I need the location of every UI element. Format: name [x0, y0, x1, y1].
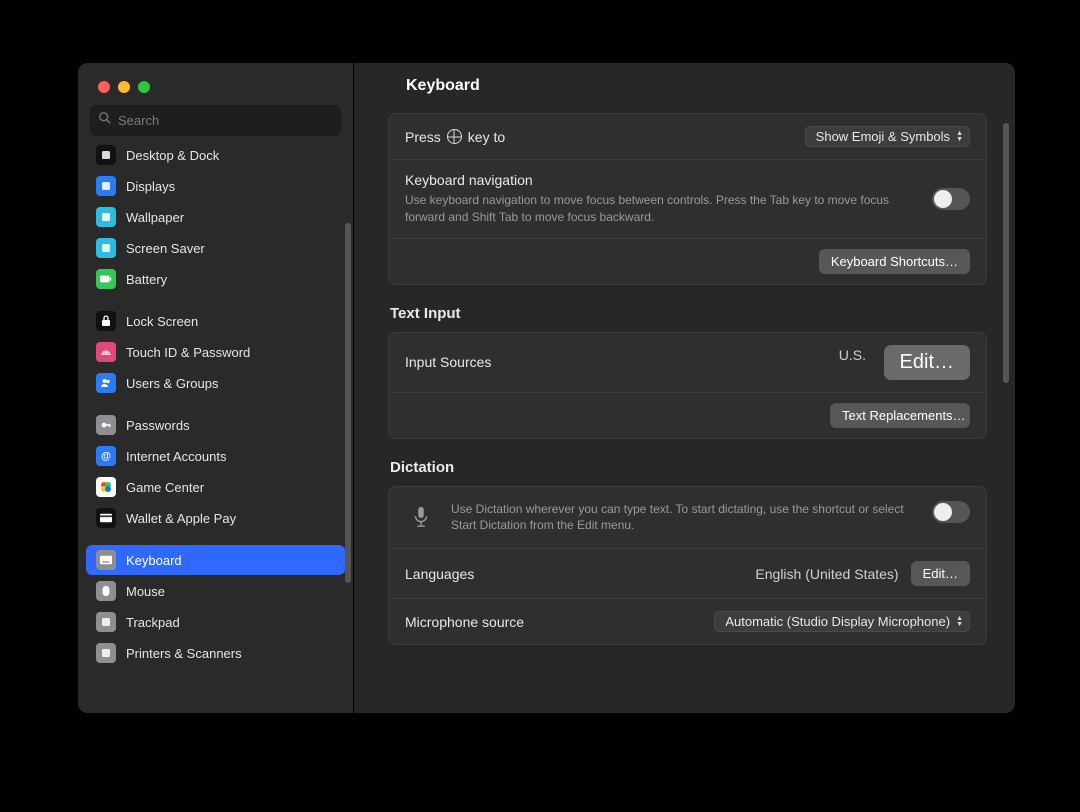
minimize-window-button[interactable] [118, 81, 130, 93]
microphone-source-label: Microphone source [405, 614, 524, 630]
sidebar-item-wallet-apple-pay[interactable]: Wallet & Apple Pay [86, 503, 345, 533]
microphone-source-row: Microphone source Automatic (Studio Disp… [389, 599, 986, 644]
sidebar-icon [96, 550, 116, 570]
sidebar-icon [96, 477, 116, 497]
input-sources-edit-button[interactable]: Edit… [884, 345, 970, 380]
settings-window: Desktop & Dock Displays Wallpaper Screen Sa… [78, 63, 1015, 713]
sidebar-item-label: Lock Screen [126, 314, 198, 329]
languages-value: English (United States) [755, 566, 898, 582]
chevron-up-down-icon: ▲▼ [956, 616, 963, 628]
sidebar-item-label: Users & Groups [126, 376, 218, 391]
sidebar-item-desktop-dock[interactable]: Desktop & Dock [86, 140, 345, 170]
sidebar-icon [96, 415, 116, 435]
languages-label: Languages [405, 566, 474, 582]
sidebar-item-passwords[interactable]: Passwords [86, 410, 345, 440]
press-key-value: Show Emoji & Symbols [816, 129, 950, 144]
microphone-icon [405, 501, 437, 533]
content-area: Press key to Show Emoji & Symbols ▲▼ Key… [354, 105, 1015, 713]
sidebar-icon [96, 145, 116, 165]
dictation-heading: Dictation [390, 459, 985, 476]
sidebar-item-lock-screen[interactable]: Lock Screen [86, 306, 345, 336]
keyboard-navigation-label: Keyboard navigation [405, 172, 916, 188]
chevron-up-down-icon: ▲▼ [956, 131, 963, 143]
svg-text:@: @ [101, 451, 111, 462]
sidebar-item-label: Game Center [126, 480, 204, 495]
globe-icon [447, 129, 462, 144]
sidebar-item-label: Mouse [126, 584, 165, 599]
sidebar-item-wallpaper[interactable]: Wallpaper [86, 202, 345, 232]
sidebar-item-screen-saver[interactable]: Screen Saver [86, 233, 345, 263]
sidebar-item-battery[interactable]: Battery [86, 264, 345, 294]
keyboard-navigation-row: Keyboard navigation Use keyboard navigat… [389, 160, 986, 239]
main-panel: Keyboard Press key to Show Emoji & Symbo… [354, 63, 1015, 713]
sidebar-item-displays[interactable]: Displays [86, 171, 345, 201]
sidebar-item-label: Desktop & Dock [126, 148, 219, 163]
text-input-heading: Text Input [390, 305, 985, 322]
dictation-toggle[interactable] [932, 501, 970, 523]
sidebar-item-label: Battery [126, 272, 167, 287]
press-key-row: Press key to Show Emoji & Symbols ▲▼ [389, 114, 986, 160]
sidebar-item-label: Printers & Scanners [126, 646, 242, 661]
press-key-label: Press key to [405, 129, 505, 145]
keyboard-shortcuts-button[interactable]: Keyboard Shortcuts… [819, 249, 970, 274]
sidebar-icon [96, 207, 116, 227]
sidebar-item-label: Displays [126, 179, 175, 194]
sidebar-icon [96, 581, 116, 601]
text-input-panel: Input Sources U.S. Edit… Text Replacemen… [388, 332, 987, 439]
dictation-toggle-row: Use Dictation wherever you can type text… [389, 487, 986, 550]
sidebar-item-game-center[interactable]: Game Center [86, 472, 345, 502]
sidebar-item-keyboard[interactable]: Keyboard [86, 545, 345, 575]
input-sources-value: U.S. [839, 347, 866, 363]
content-scrollbar[interactable] [1003, 123, 1009, 383]
titlebar: Keyboard [354, 63, 1015, 105]
input-sources-label: Input Sources [405, 354, 491, 370]
sidebar-icon [96, 342, 116, 362]
sidebar-icon [96, 612, 116, 632]
sidebar-item-label: Touch ID & Password [126, 345, 250, 360]
sidebar-item-mouse[interactable]: Mouse [86, 576, 345, 606]
close-window-button[interactable] [98, 81, 110, 93]
sidebar-icon [96, 508, 116, 528]
sidebar-item-label: Screen Saver [126, 241, 205, 256]
keyboard-navigation-desc: Use keyboard navigation to move focus be… [405, 192, 916, 226]
keyboard-navigation-toggle[interactable] [932, 188, 970, 210]
window-controls [78, 63, 353, 105]
sidebar-item-label: Passwords [126, 418, 190, 433]
keyboard-panel: Press key to Show Emoji & Symbols ▲▼ Key… [388, 113, 987, 285]
sidebar-item-label: Wallpaper [126, 210, 184, 225]
sidebar-item-trackpad[interactable]: Trackpad [86, 607, 345, 637]
input-sources-row: Input Sources U.S. Edit… [389, 333, 986, 393]
microphone-source-select[interactable]: Automatic (Studio Display Microphone) ▲▼ [714, 611, 970, 632]
text-replacements-button[interactable]: Text Replacements… [830, 403, 970, 428]
sidebar-list[interactable]: Desktop & Dock Displays Wallpaper Screen Sa… [78, 128, 353, 713]
sidebar-icon [96, 643, 116, 663]
press-key-select[interactable]: Show Emoji & Symbols ▲▼ [805, 126, 970, 147]
sidebar-icon [96, 311, 116, 331]
sidebar-item-label: Wallet & Apple Pay [126, 511, 236, 526]
sidebar-icon [96, 373, 116, 393]
page-title: Keyboard [406, 77, 480, 95]
dictation-panel: Use Dictation wherever you can type text… [388, 486, 987, 646]
sidebar-icon: @ [96, 446, 116, 466]
sidebar-item-users-groups[interactable]: Users & Groups [86, 368, 345, 398]
sidebar-scrollbar[interactable] [345, 223, 351, 583]
sidebar-item-internet-accounts[interactable]: @ Internet Accounts [86, 441, 345, 471]
sidebar-icon [96, 176, 116, 196]
languages-row: Languages English (United States) Edit… [389, 549, 986, 599]
sidebar-item-label: Keyboard [126, 553, 182, 568]
zoom-window-button[interactable] [138, 81, 150, 93]
languages-edit-button[interactable]: Edit… [911, 561, 970, 586]
sidebar-icon [96, 269, 116, 289]
sidebar-item-label: Internet Accounts [126, 449, 226, 464]
search-input[interactable] [118, 113, 333, 128]
microphone-source-value: Automatic (Studio Display Microphone) [725, 614, 950, 629]
sidebar-item-printers-scanners[interactable]: Printers & Scanners [86, 638, 345, 668]
sidebar-icon [96, 238, 116, 258]
dictation-desc: Use Dictation wherever you can type text… [451, 501, 918, 535]
sidebar-item-label: Trackpad [126, 615, 180, 630]
sidebar-item-touch-id-password[interactable]: Touch ID & Password [86, 337, 345, 367]
sidebar: Desktop & Dock Displays Wallpaper Screen Sa… [78, 63, 354, 713]
